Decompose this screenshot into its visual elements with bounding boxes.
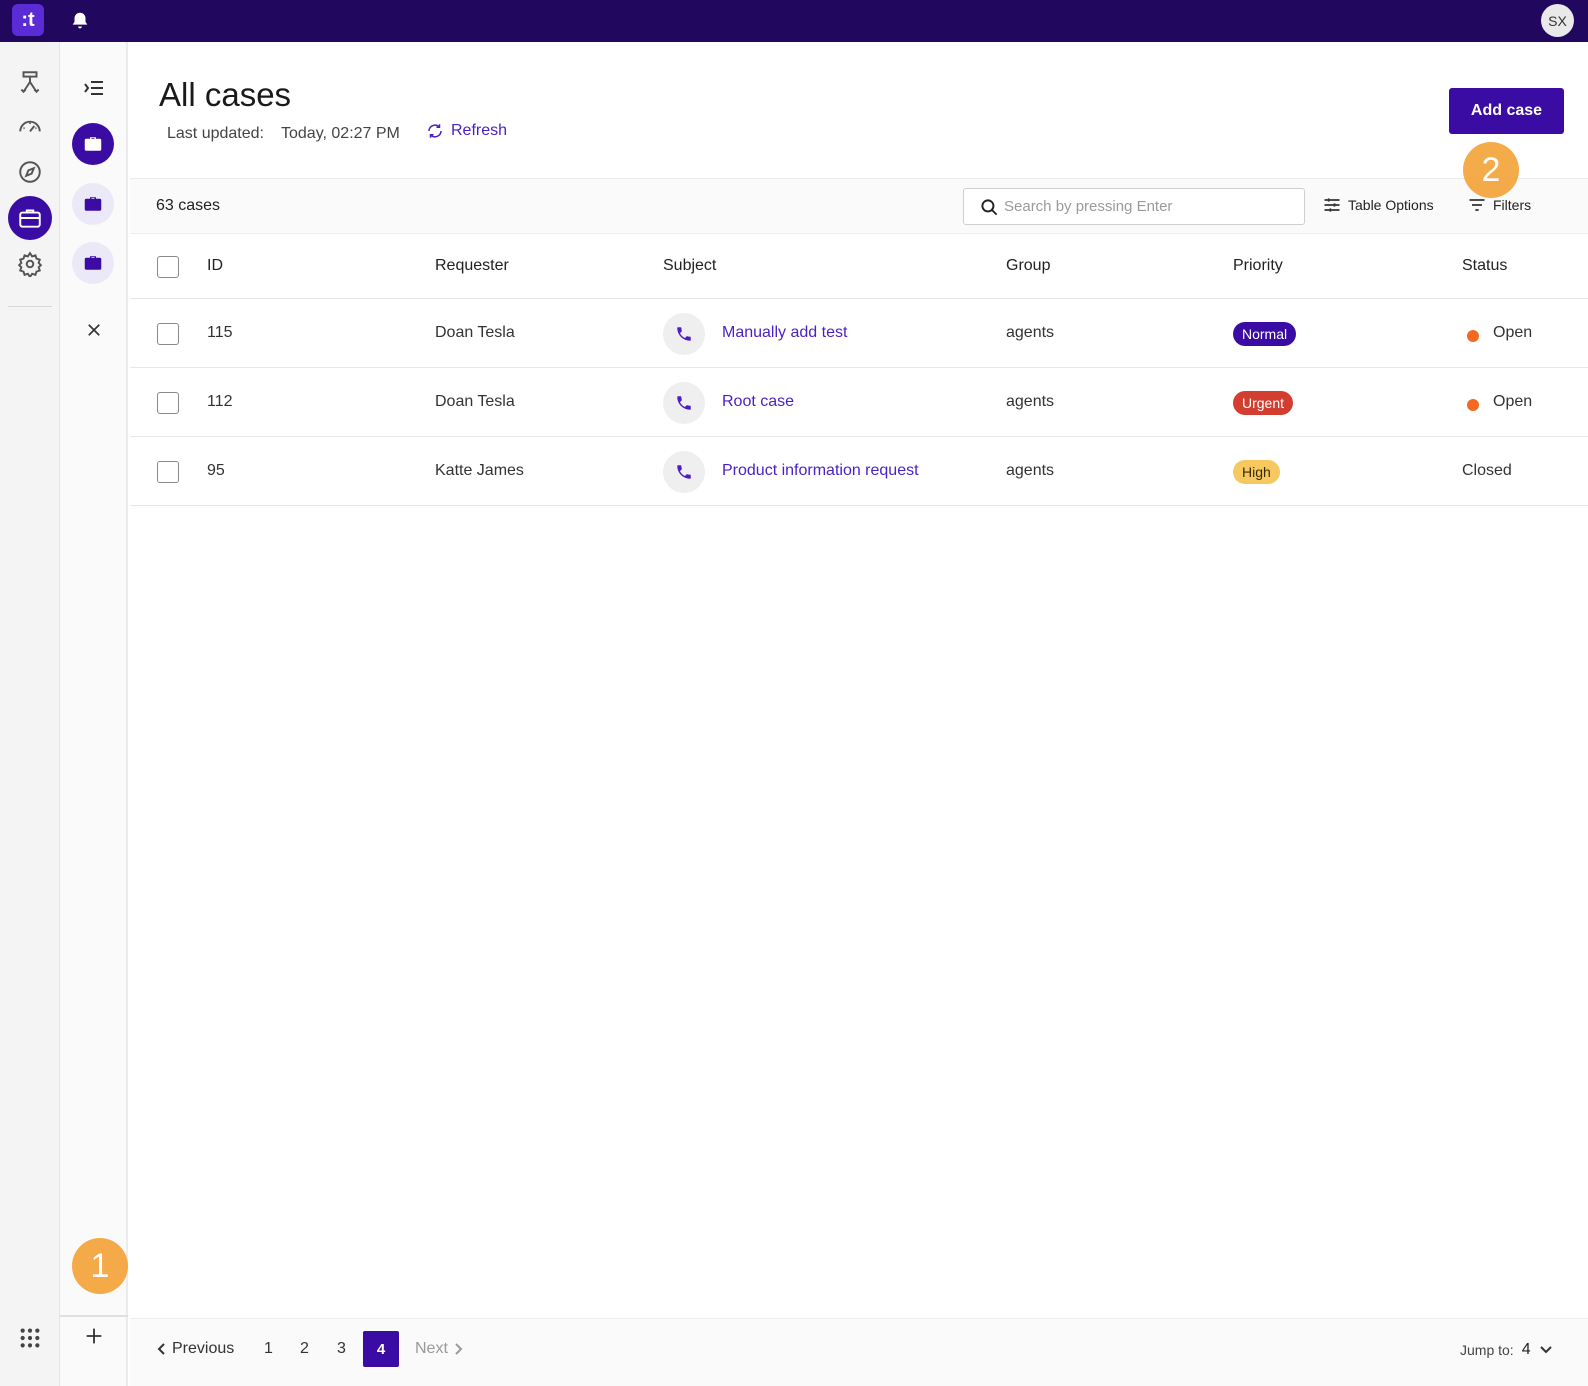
refresh-button[interactable]: Refresh (426, 122, 507, 140)
page-button-3[interactable]: 3 (337, 1340, 346, 1358)
case-id: 112 (207, 393, 233, 410)
next-label: Next (415, 1340, 448, 1357)
compass-icon[interactable] (8, 150, 52, 194)
previous-label: Previous (172, 1340, 235, 1357)
filter-icon (1469, 199, 1485, 211)
next-page-button[interactable]: Next (415, 1340, 464, 1358)
phone-icon (663, 313, 705, 355)
table-options-button[interactable]: Table Options (1322, 195, 1434, 215)
table-toolbar: 63 cases Table Options Filters (130, 178, 1588, 234)
select-all-checkbox[interactable] (157, 256, 179, 278)
page-button-2[interactable]: 2 (300, 1340, 309, 1358)
priority-badge: High (1233, 460, 1280, 484)
filters-button[interactable]: Filters (1467, 195, 1531, 215)
table-options-label: Table Options (1348, 197, 1434, 213)
view-item-3[interactable] (72, 242, 114, 284)
briefcase-icon (84, 256, 102, 270)
bell-icon[interactable] (69, 10, 91, 32)
subrail-divider (60, 1315, 128, 1317)
status: Open (1493, 324, 1533, 341)
briefcase-icon (84, 197, 102, 211)
user-avatar[interactable]: SX (1541, 4, 1574, 37)
jump-to-control[interactable]: Jump to: 4 (1460, 1341, 1553, 1359)
apps-grid-icon[interactable] (8, 1316, 52, 1360)
subject-link[interactable]: Manually add test (722, 324, 847, 342)
column-header-priority[interactable]: Priority (1233, 257, 1283, 275)
cases-icon[interactable] (8, 196, 52, 240)
page-button-1[interactable]: 1 (264, 1340, 273, 1358)
main-content: All cases Last updated: Today, 02:27 PM … (130, 42, 1588, 1386)
jump-to-value: 4 (1521, 1341, 1531, 1358)
refresh-label: Refresh (451, 122, 508, 139)
table-row[interactable]: 115 Doan Tesla Manually add test agents … (130, 300, 1588, 368)
annotation-marker-1: 1 (72, 1238, 128, 1294)
last-updated-value: Today, 02:27 PM (281, 125, 400, 142)
case-id: 95 (207, 462, 225, 479)
close-icon[interactable] (80, 316, 108, 344)
app-logo[interactable]: :t (12, 4, 44, 36)
views-column (60, 42, 128, 1386)
column-header-subject[interactable]: Subject (663, 257, 716, 275)
row-checkbox[interactable] (157, 323, 179, 345)
filters-label: Filters (1493, 197, 1532, 213)
annotation-marker-2: 2 (1463, 142, 1519, 198)
pagination: Previous 1 2 3 4 Next Jump to: 4 (130, 1318, 1588, 1386)
column-header-requester[interactable]: Requester (435, 257, 509, 275)
rail-divider (8, 306, 52, 307)
status-dot (1467, 399, 1479, 411)
case-count: 63 cases (156, 197, 221, 214)
collapse-menu-icon[interactable] (80, 74, 108, 102)
group: agents (1006, 324, 1055, 341)
column-header-id[interactable]: ID (207, 257, 223, 275)
status-dot (1467, 330, 1479, 342)
left-rail (0, 42, 60, 1386)
chevron-right-icon (455, 1343, 463, 1355)
search-input[interactable] (1004, 189, 1294, 224)
requester: Doan Tesla (435, 324, 515, 341)
requester: Doan Tesla (435, 393, 515, 410)
chevron-down-icon (1539, 1346, 1552, 1354)
table-header: ID Requester Subject Group Priority Stat… (130, 235, 1588, 299)
top-bar: :t SX (0, 0, 1588, 42)
settings-icon[interactable] (8, 242, 52, 286)
briefcase-icon (84, 137, 102, 151)
subject-link[interactable]: Product information request (722, 462, 919, 480)
page-title: All cases (159, 76, 292, 113)
page-button-4-current[interactable]: 4 (363, 1331, 399, 1367)
search-icon (981, 199, 998, 216)
column-header-group[interactable]: Group (1006, 257, 1050, 275)
table-row[interactable]: 95 Katte James Product information reque… (130, 438, 1588, 506)
case-id: 115 (207, 324, 233, 341)
phone-icon (663, 382, 705, 424)
priority-badge: Urgent (1233, 391, 1294, 415)
phone-icon (663, 451, 705, 493)
add-case-button[interactable]: Add case (1449, 88, 1564, 134)
previous-page-button[interactable]: Previous (156, 1340, 234, 1358)
add-view-icon[interactable] (80, 1322, 108, 1350)
search-box[interactable] (963, 188, 1305, 225)
last-updated-label: Last updated: (167, 125, 264, 142)
refresh-icon (428, 124, 442, 138)
jump-to-label: Jump to: (1460, 1342, 1514, 1358)
view-item-all-cases[interactable] (72, 123, 114, 165)
group: agents (1006, 393, 1055, 410)
column-header-status[interactable]: Status (1462, 257, 1507, 275)
group: agents (1006, 462, 1055, 479)
workflow-icon[interactable] (8, 60, 52, 104)
priority-badge: Normal (1233, 322, 1297, 346)
subject-link[interactable]: Root case (722, 393, 794, 411)
row-checkbox[interactable] (157, 461, 179, 483)
table-row[interactable]: 112 Doan Tesla Root case agents Urgent O… (130, 369, 1588, 437)
sliders-icon (1324, 198, 1340, 212)
status: Open (1493, 393, 1533, 410)
chevron-left-icon (157, 1343, 165, 1355)
dashboard-icon[interactable] (8, 104, 52, 148)
requester: Katte James (435, 462, 524, 479)
status: Closed (1462, 462, 1512, 479)
view-item-2[interactable] (72, 183, 114, 225)
row-checkbox[interactable] (157, 392, 179, 414)
